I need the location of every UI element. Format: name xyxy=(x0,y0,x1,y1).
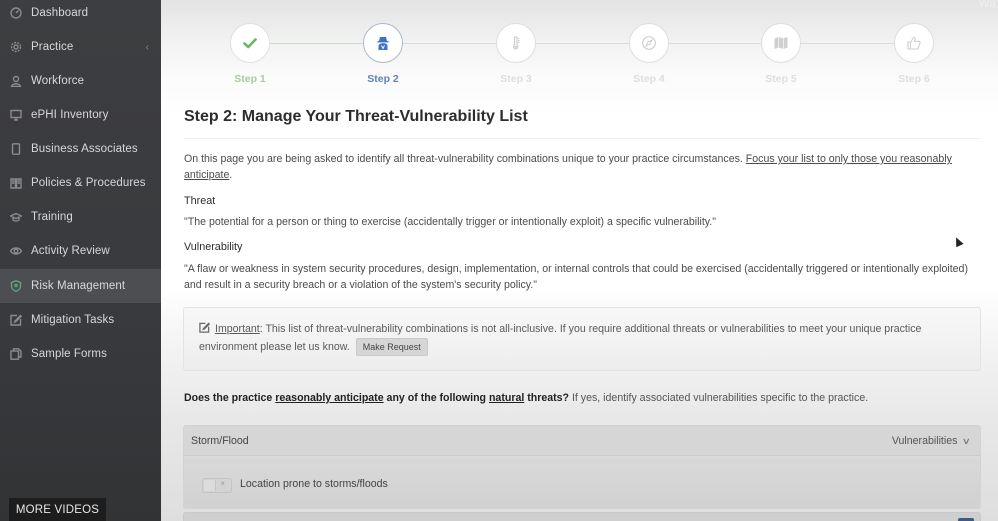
vulnerabilities-toggle-label: Vulnerabilities xyxy=(891,435,958,447)
main-content: Wa Step 1 Step 2 Step 3 Step 4 Step 5 St xyxy=(161,0,998,521)
thumbs-up-icon xyxy=(907,36,921,50)
tablet-icon xyxy=(9,142,23,156)
sidebar: Dashboard Practice ‹ Workforce ePHI Inve… xyxy=(0,0,161,521)
chevron-left-icon: ‹ xyxy=(145,41,149,53)
vulnerability-heading: Vulnerability xyxy=(184,241,243,253)
threat-heading: Threat xyxy=(184,195,216,207)
sidebar-item-label: Sample Forms xyxy=(31,348,107,360)
sidebar-item-business-associates[interactable]: Business Associates xyxy=(0,132,161,166)
graduation-cap-icon xyxy=(9,210,23,224)
divider xyxy=(184,138,981,139)
stepper-connector xyxy=(668,43,761,44)
stepper-connector xyxy=(403,43,496,44)
vulnerabilities-toggle[interactable]: Vulnerabilities ∨ xyxy=(891,435,972,447)
notice-body: : This list of threat-vulnerability comb… xyxy=(199,323,922,353)
sidebar-item-ephi-inventory[interactable]: ePHI Inventory xyxy=(0,98,161,132)
step-1-label: Step 1 xyxy=(234,73,266,85)
sidebar-item-label: Business Associates xyxy=(31,143,138,155)
step-2[interactable] xyxy=(363,23,403,63)
sidebar-item-risk-management[interactable]: Risk Management xyxy=(0,269,161,303)
switch-off-mark: × xyxy=(220,479,225,488)
book-icon xyxy=(9,176,23,190)
more-videos-button[interactable]: MORE VIDEOS xyxy=(9,498,106,521)
sidebar-item-label: Policies & Procedures xyxy=(31,177,146,189)
sidebar-item-sample-forms[interactable]: Sample Forms xyxy=(0,337,161,371)
sidebar-item-mitigation-tasks[interactable]: Mitigation Tasks xyxy=(0,303,161,337)
threat-definition: "The potential for a person or thing to … xyxy=(184,216,716,228)
threat-panel-body: × Location prone to storms/floods xyxy=(184,457,980,508)
sidebar-item-activity-review[interactable]: Activity Review xyxy=(0,234,161,268)
natural-threats-question: Does the practice reasonably anticipate … xyxy=(184,392,984,404)
sidebar-item-label: Workforce xyxy=(31,75,85,87)
sidebar-item-training[interactable]: Training xyxy=(0,200,161,234)
step-6[interactable] xyxy=(894,23,934,63)
eye-icon xyxy=(9,244,23,258)
step-3-label: Step 3 xyxy=(500,73,532,85)
sidebar-item-label: Training xyxy=(31,211,73,223)
stepper-connector xyxy=(536,43,629,44)
question-part: any of the following xyxy=(383,392,489,404)
step-4[interactable] xyxy=(629,23,669,63)
monitor-icon xyxy=(9,108,23,122)
copy-icon xyxy=(9,347,23,361)
map-icon xyxy=(774,37,788,49)
stepper-connector xyxy=(270,43,363,44)
compass-icon xyxy=(642,36,656,50)
sidebar-item-dashboard[interactable]: Dashboard xyxy=(0,0,161,30)
user-icon xyxy=(9,74,23,88)
spy-icon xyxy=(377,37,389,50)
step-1[interactable] xyxy=(230,23,270,63)
sidebar-item-label: Risk Management xyxy=(31,280,126,292)
edit-icon xyxy=(199,321,211,333)
thermometer-icon xyxy=(513,36,520,50)
sidebar-item-label: Dashboard xyxy=(31,7,89,19)
sidebar-item-label: ePHI Inventory xyxy=(31,109,109,121)
sidebar-item-label: Activity Review xyxy=(31,245,110,257)
sidebar-item-practice[interactable]: Practice ‹ xyxy=(0,30,161,64)
intro-text: On this page you are being asked to iden… xyxy=(184,151,984,183)
question-underlined: reasonably anticipate xyxy=(275,392,384,404)
step-3[interactable] xyxy=(496,23,536,63)
step-4-label: Step 4 xyxy=(633,73,665,85)
question-instruction: If yes, identify associated vulnerabilit… xyxy=(569,392,869,404)
question-part: threats? xyxy=(524,392,570,404)
dashboard-gauge-icon xyxy=(9,6,23,20)
vulnerability-label: Location prone to storms/floods xyxy=(240,478,388,490)
important-notice: Important: This list of threat-vulnerabi… xyxy=(183,307,981,371)
switch-knob xyxy=(204,480,216,491)
question-underlined: natural xyxy=(488,392,525,404)
sidebar-item-label: Practice xyxy=(31,41,74,53)
threat-panel-storm-flood: Storm/Flood Vulnerabilities ∨ × Location … xyxy=(183,425,981,509)
next-threat-panel[interactable] xyxy=(183,512,981,521)
important-label: Important xyxy=(215,323,260,335)
intro-end: . xyxy=(229,169,233,181)
chevron-down-icon: ∨ xyxy=(962,436,972,446)
shield-icon xyxy=(9,279,23,293)
stepper-connector xyxy=(801,43,894,44)
check-icon xyxy=(243,38,257,49)
sidebar-item-policies-procedures[interactable]: Policies & Procedures xyxy=(0,166,161,200)
sidebar-item-label: Mitigation Tasks xyxy=(31,314,115,326)
step-6-label: Step 6 xyxy=(898,73,930,85)
edit-icon xyxy=(9,313,23,327)
gear-icon xyxy=(9,40,23,54)
threat-panel-header[interactable]: Storm/Flood Vulnerabilities ∨ xyxy=(184,426,980,456)
vulnerability-definition: "A flaw or weakness in system security p… xyxy=(184,263,968,291)
step-2-label: Step 2 xyxy=(367,73,399,85)
make-request-button[interactable]: Make Request xyxy=(355,338,428,356)
corner-text: Wa xyxy=(978,0,996,10)
threat-name: Storm/Flood xyxy=(191,435,249,447)
step-5-label: Step 5 xyxy=(765,73,797,85)
intro-body: On this page you are being asked to iden… xyxy=(184,153,743,165)
page-title: Step 2: Manage Your Threat-Vulnerability… xyxy=(184,108,528,125)
question-part: Does the practice xyxy=(184,392,276,404)
step-5[interactable] xyxy=(761,23,801,63)
sidebar-item-workforce[interactable]: Workforce xyxy=(0,64,161,98)
vulnerability-toggle-switch[interactable]: × xyxy=(202,478,232,493)
